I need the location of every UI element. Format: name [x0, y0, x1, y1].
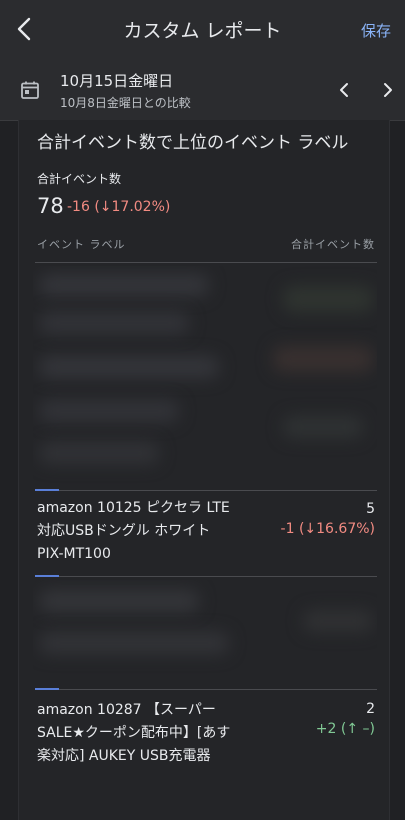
row-divider [35, 576, 377, 577]
row-divider [35, 490, 377, 491]
row-event-label[interactable]: amazon 10125 ピクセラ LTE対応USBドングル ホワイト PIX-… [37, 497, 237, 566]
comparison-date: 10月8日金曜日との比較 [60, 96, 191, 110]
row-accent-bar [35, 688, 59, 690]
metric-change: -16 (↓17.02%) [67, 199, 171, 215]
row-change: +2 (↑ –) [315, 721, 375, 737]
calendar-icon[interactable] [20, 80, 40, 100]
card-title: 合計イベント数で上位のイベント ラベル [37, 133, 349, 153]
app-bar: カスタム レポート 保存 [0, 0, 405, 58]
row-change: -1 (↓16.67%) [280, 521, 375, 537]
blurred-rows [33, 266, 377, 486]
row-divider [35, 689, 377, 690]
row-accent-bar [35, 575, 59, 577]
column-header-total-events: 合計イベント数 [291, 238, 375, 251]
row-event-label[interactable]: amazon 10287 【スーパーSALE★クーポン配布中】[あす楽対応] A… [37, 699, 237, 768]
report-card: 合計イベント数で上位のイベント ラベル 合計イベント数 78 -16 (↓17.… [18, 120, 390, 820]
row-accent-bar [35, 489, 59, 491]
metric-value: 78 [37, 194, 64, 218]
page-title: カスタム レポート [123, 20, 282, 42]
previous-date-icon[interactable] [332, 78, 356, 102]
next-date-icon[interactable] [376, 78, 400, 102]
header-divider [35, 262, 377, 263]
save-button[interactable]: 保存 [361, 20, 391, 41]
column-header-event-label: イベント ラベル [37, 238, 126, 251]
blurred-row [33, 580, 377, 684]
row-total-events: 5 [366, 501, 375, 517]
selected-date[interactable]: 10月15日金曜日 [60, 70, 173, 91]
date-range-bar: 10月15日金曜日 10月8日金曜日との比較 [0, 58, 405, 121]
metric-label: 合計イベント数 [37, 172, 122, 186]
row-total-events: 2 [366, 701, 375, 717]
